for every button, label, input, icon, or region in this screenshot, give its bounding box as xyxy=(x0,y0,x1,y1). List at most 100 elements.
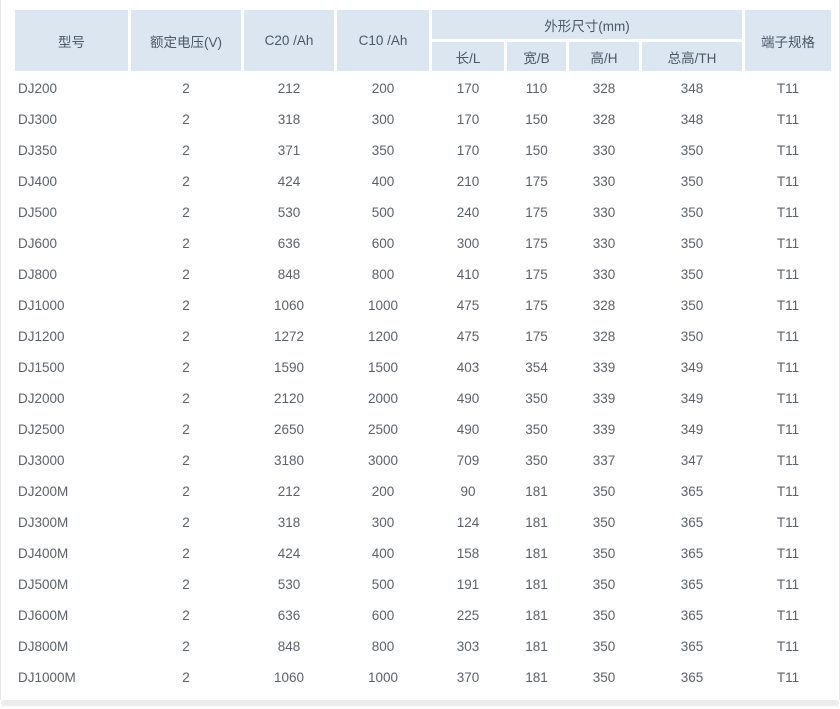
cell-c20: 636 xyxy=(244,601,334,629)
cell-width: 181 xyxy=(507,539,566,567)
cell-c10: 2000 xyxy=(337,384,429,412)
cell-height: 328 xyxy=(569,322,639,350)
cell-voltage: 2 xyxy=(131,136,241,164)
table-row: DJ5002530500240175330350T11 xyxy=(15,198,831,226)
cell-c10: 3000 xyxy=(337,446,429,474)
header-dimensions-group: 外形尺寸(mm) xyxy=(432,10,742,39)
cell-length: 170 xyxy=(432,74,504,102)
cell-model: DJ1000 xyxy=(15,291,128,319)
cell-c20: 318 xyxy=(244,508,334,536)
cell-height: 330 xyxy=(569,229,639,257)
cell-c20: 2650 xyxy=(244,415,334,443)
cell-total_height: 350 xyxy=(642,229,742,257)
cell-terminal: T11 xyxy=(745,663,831,691)
table-row: DJ3502371350170150330350T11 xyxy=(15,136,831,164)
cell-terminal: T11 xyxy=(745,384,831,412)
table-row: DJ500M2530500191181350365T11 xyxy=(15,570,831,598)
cell-length: 124 xyxy=(432,508,504,536)
table-row: DJ2500226502500490350339349T11 xyxy=(15,415,831,443)
cell-model: DJ350 xyxy=(15,136,128,164)
cell-total_height: 350 xyxy=(642,291,742,319)
cell-c20: 1060 xyxy=(244,663,334,691)
cell-c10: 200 xyxy=(337,477,429,505)
cell-width: 181 xyxy=(507,508,566,536)
battery-spec-table: 型号 额定电压(V) C20 /Ah C10 /Ah 外形尺寸(mm) 端子规格… xyxy=(12,7,834,694)
cell-length: 410 xyxy=(432,260,504,288)
cell-model: DJ800 xyxy=(15,260,128,288)
cell-length: 475 xyxy=(432,291,504,319)
cell-voltage: 2 xyxy=(131,167,241,195)
cell-total_height: 350 xyxy=(642,167,742,195)
cell-terminal: T11 xyxy=(745,291,831,319)
cell-width: 175 xyxy=(507,167,566,195)
cell-c10: 500 xyxy=(337,198,429,226)
cell-model: DJ500 xyxy=(15,198,128,226)
cell-length: 210 xyxy=(432,167,504,195)
cell-model: DJ1500 xyxy=(15,353,128,381)
header-terminal: 端子规格 xyxy=(745,10,831,71)
cell-c20: 1590 xyxy=(244,353,334,381)
cell-voltage: 2 xyxy=(131,570,241,598)
cell-length: 370 xyxy=(432,663,504,691)
header-total-height: 总高/TH xyxy=(642,42,742,71)
cell-terminal: T11 xyxy=(745,322,831,350)
table-header: 型号 额定电压(V) C20 /Ah C10 /Ah 外形尺寸(mm) 端子规格… xyxy=(15,10,831,71)
cell-c20: 848 xyxy=(244,260,334,288)
cell-total_height: 365 xyxy=(642,539,742,567)
cell-total_height: 349 xyxy=(642,415,742,443)
cell-width: 181 xyxy=(507,601,566,629)
cell-voltage: 2 xyxy=(131,291,241,319)
cell-voltage: 2 xyxy=(131,198,241,226)
table-row: DJ300M2318300124181350365T11 xyxy=(15,508,831,536)
cell-c20: 636 xyxy=(244,229,334,257)
cell-model: DJ400 xyxy=(15,167,128,195)
cell-model: DJ300 xyxy=(15,105,128,133)
cell-terminal: T11 xyxy=(745,260,831,288)
cell-width: 175 xyxy=(507,291,566,319)
cell-model: DJ800M xyxy=(15,632,128,660)
page: 型号 额定电压(V) C20 /Ah C10 /Ah 外形尺寸(mm) 端子规格… xyxy=(0,0,840,709)
cell-length: 490 xyxy=(432,384,504,412)
cell-height: 337 xyxy=(569,446,639,474)
header-c20: C20 /Ah xyxy=(244,10,334,71)
cell-terminal: T11 xyxy=(745,508,831,536)
cell-width: 175 xyxy=(507,260,566,288)
horizontal-scrollbar[interactable] xyxy=(1,700,839,706)
cell-voltage: 2 xyxy=(131,105,241,133)
cell-terminal: T11 xyxy=(745,539,831,567)
cell-width: 175 xyxy=(507,322,566,350)
cell-total_height: 349 xyxy=(642,353,742,381)
cell-width: 350 xyxy=(507,446,566,474)
cell-c20: 424 xyxy=(244,167,334,195)
cell-height: 350 xyxy=(569,539,639,567)
cell-voltage: 2 xyxy=(131,415,241,443)
cell-terminal: T11 xyxy=(745,601,831,629)
cell-model: DJ500M xyxy=(15,570,128,598)
cell-width: 181 xyxy=(507,570,566,598)
cell-width: 175 xyxy=(507,198,566,226)
cell-c10: 200 xyxy=(337,74,429,102)
cell-total_height: 348 xyxy=(642,74,742,102)
header-model: 型号 xyxy=(15,10,128,71)
cell-c10: 800 xyxy=(337,632,429,660)
cell-total_height: 365 xyxy=(642,601,742,629)
cell-voltage: 2 xyxy=(131,601,241,629)
table-row: DJ4002424400210175330350T11 xyxy=(15,167,831,195)
cell-voltage: 2 xyxy=(131,477,241,505)
table-row: DJ400M2424400158181350365T11 xyxy=(15,539,831,567)
cell-c20: 212 xyxy=(244,74,334,102)
cell-width: 150 xyxy=(507,136,566,164)
header-height: 高/H xyxy=(569,42,639,71)
cell-length: 191 xyxy=(432,570,504,598)
cell-voltage: 2 xyxy=(131,322,241,350)
table-row: DJ1200212721200475175328350T11 xyxy=(15,322,831,350)
cell-height: 350 xyxy=(569,663,639,691)
cell-model: DJ200M xyxy=(15,477,128,505)
cell-terminal: T11 xyxy=(745,415,831,443)
cell-height: 350 xyxy=(569,508,639,536)
cell-terminal: T11 xyxy=(745,477,831,505)
cell-height: 328 xyxy=(569,105,639,133)
table-row: DJ8002848800410175330350T11 xyxy=(15,260,831,288)
cell-c10: 600 xyxy=(337,229,429,257)
header-row-top: 型号 额定电压(V) C20 /Ah C10 /Ah 外形尺寸(mm) 端子规格 xyxy=(15,10,831,39)
